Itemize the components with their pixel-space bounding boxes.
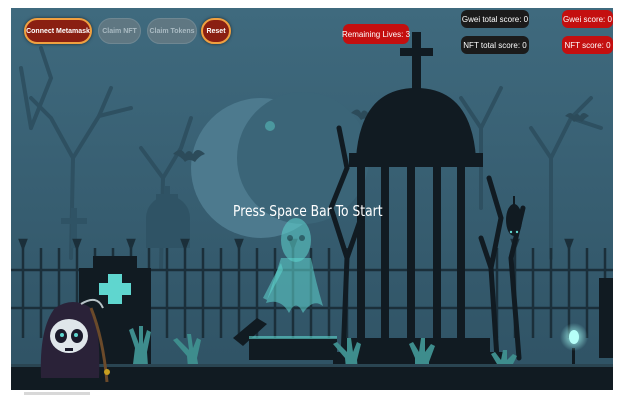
claim-tokens-button[interactable]: Claim Tokens (147, 18, 197, 44)
ground (11, 366, 613, 390)
reset-button[interactable]: Reset (201, 18, 231, 44)
ground-edge (11, 364, 613, 367)
claim-nft-button[interactable]: Claim NFT (98, 18, 141, 44)
nft-total-score: NFT total score: 0 (461, 36, 529, 54)
gwei-total-score: Gwei total score: 0 (461, 10, 529, 28)
ghost-wisp (265, 121, 275, 131)
edge-tombstone (599, 278, 613, 358)
start-prompt: Press Space Bar To Start (233, 202, 383, 220)
game-canvas[interactable]: Connect Metamask Claim NFT Claim Tokens … (11, 8, 613, 390)
nft-score: NFT score: 0 (562, 36, 613, 54)
connect-metamask-button[interactable]: Connect Metamask (24, 18, 92, 44)
page-scroll-indicator (24, 392, 90, 395)
gwei-score: Gwei score: 0 (562, 10, 613, 28)
graveyard-scene (11, 8, 613, 390)
remaining-lives-badge: Remaining Lives: 3 (342, 24, 410, 44)
